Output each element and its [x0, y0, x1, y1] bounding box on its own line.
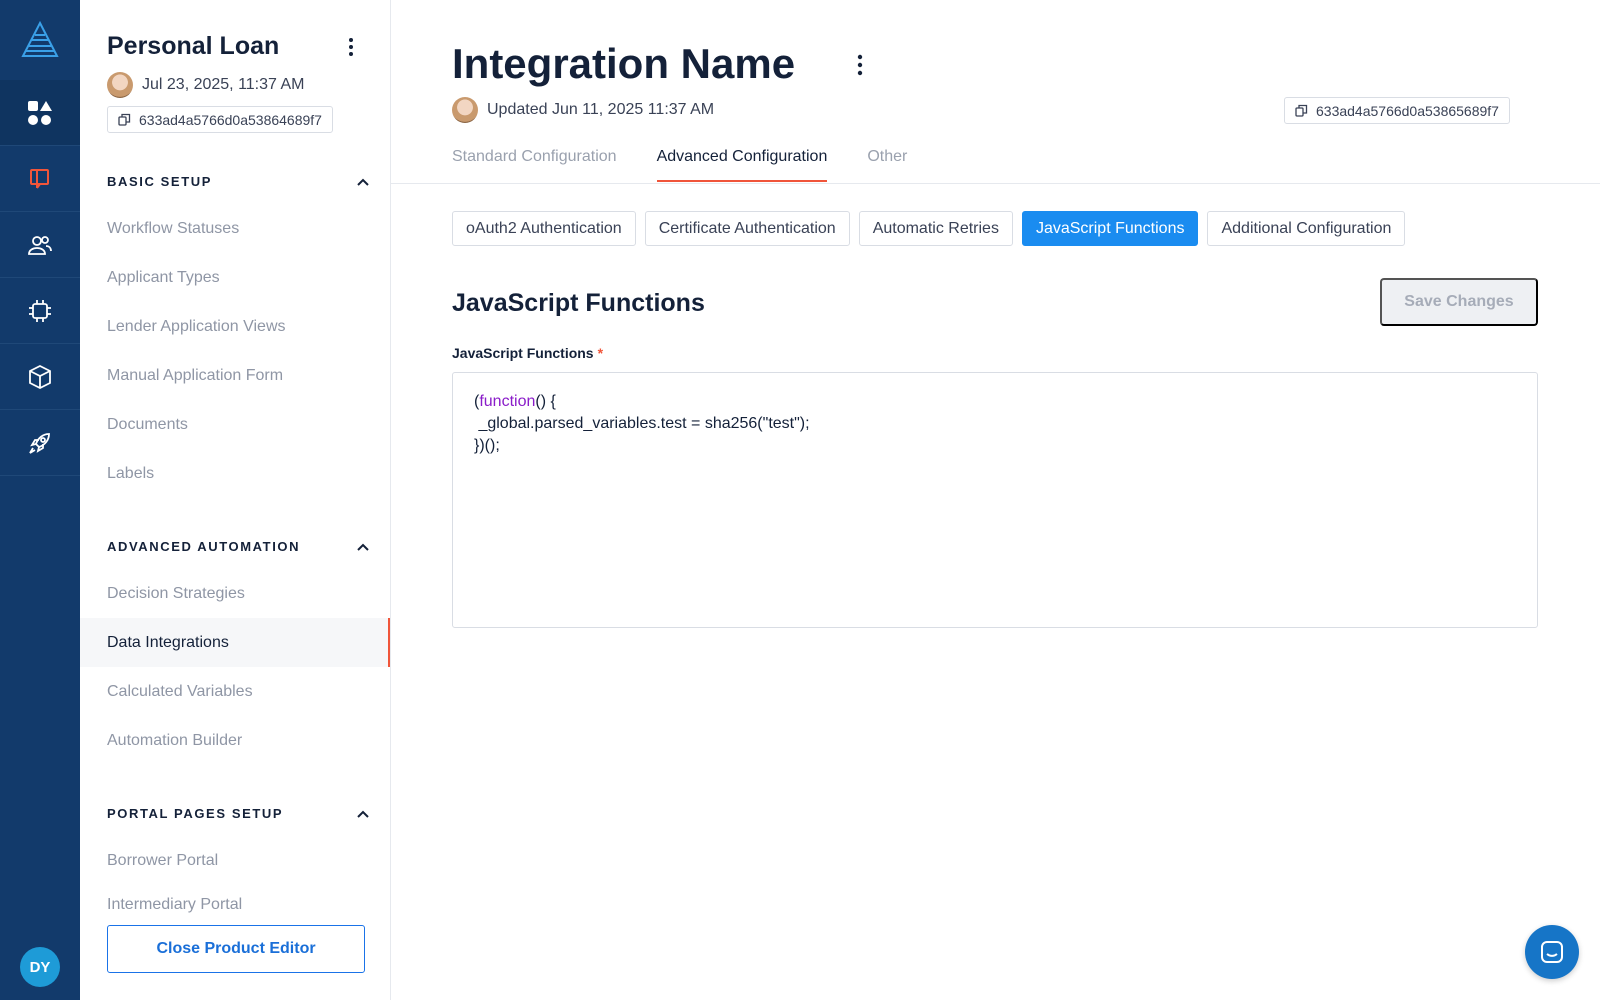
- product-date: Jul 23, 2025, 11:37 AM: [142, 76, 305, 93]
- section-heading: BASIC SETUP: [107, 174, 213, 189]
- nav-item-automation-builder[interactable]: Automation Builder: [80, 716, 390, 765]
- section-title: JavaScript Functions: [452, 289, 705, 317]
- nav-item-labels[interactable]: Labels: [80, 449, 390, 498]
- main-content: Integration Name Updated Jun 11, 2025 11…: [391, 0, 1600, 1000]
- updated-meta: Updated Jun 11, 2025 11:37 AM: [452, 97, 714, 123]
- subtab-automatic-retries[interactable]: Automatic Retries: [858, 211, 1013, 246]
- subtab-certificate-authentication[interactable]: Certificate Authentication: [644, 211, 850, 246]
- product-meta: Jul 23, 2025, 11:37 AM: [107, 72, 304, 98]
- tab-divider: [391, 183, 1600, 184]
- chip-icon[interactable]: [0, 278, 80, 344]
- close-product-editor-button[interactable]: Close Product Editor: [107, 925, 365, 973]
- tab-advanced-configuration[interactable]: Advanced Configuration: [656, 148, 828, 182]
- chevron-up-icon: [357, 543, 369, 551]
- rocket-icon[interactable]: [0, 410, 80, 476]
- product-id: 633ad4a5766d0a53864689f7: [139, 111, 322, 128]
- save-changes-button[interactable]: Save Changes: [1380, 278, 1538, 326]
- integration-more-icon[interactable]: [852, 53, 868, 77]
- nav-item-calculated-variables[interactable]: Calculated Variables: [80, 667, 390, 716]
- nav-item-borrower-portal[interactable]: Borrower Portal: [80, 836, 390, 885]
- field-label-text: JavaScript Functions: [452, 345, 594, 361]
- users-icon[interactable]: [0, 212, 80, 278]
- section-heading: PORTAL PAGES SETUP: [107, 806, 284, 821]
- required-mark: *: [597, 345, 604, 361]
- cube-icon[interactable]: [0, 344, 80, 410]
- section-basic-setup[interactable]: BASIC SETUP: [107, 174, 369, 189]
- chevron-up-icon: [357, 178, 369, 186]
- code-keyword: function: [479, 393, 536, 410]
- tab-standard-configuration[interactable]: Standard Configuration: [452, 148, 617, 182]
- section-portal-pages-setup[interactable]: PORTAL PAGES SETUP: [107, 806, 369, 821]
- code-token: () {: [535, 393, 556, 410]
- creator-avatar: [107, 72, 133, 98]
- copy-icon: [118, 113, 131, 126]
- user-avatar[interactable]: DY: [20, 947, 60, 987]
- page-title: Integration Name: [452, 40, 796, 87]
- apps-icon[interactable]: [0, 80, 80, 146]
- tab-other[interactable]: Other: [867, 148, 907, 182]
- chat-icon: [1541, 941, 1563, 963]
- subtab-additional-configuration[interactable]: Additional Configuration: [1207, 211, 1406, 246]
- code-line: _global.parsed_variables.test = sha256("…: [474, 415, 810, 432]
- copy-icon: [1295, 104, 1308, 117]
- product-title: Personal Loan: [107, 32, 280, 60]
- product-more-icon[interactable]: [343, 36, 359, 58]
- subtab-oauth2-authentication[interactable]: oAuth2 Authentication: [452, 211, 636, 246]
- javascript-code-editor[interactable]: (function() { _global.parsed_variables.t…: [452, 372, 1538, 628]
- section-advanced-automation[interactable]: ADVANCED AUTOMATION: [107, 539, 369, 554]
- config-tabs: Standard Configuration Advanced Configur…: [452, 148, 907, 182]
- editor-avatar: [452, 97, 478, 123]
- product-sidebar: Personal Loan Jul 23, 2025, 11:37 AM 633…: [80, 0, 391, 1000]
- chat-support-button[interactable]: [1525, 925, 1579, 979]
- field-label: JavaScript Functions *: [452, 345, 603, 361]
- nav-item-decision-strategies[interactable]: Decision Strategies: [80, 569, 390, 618]
- nav-item-manual-application-form[interactable]: Manual Application Form: [80, 351, 390, 400]
- nav-item-workflow-statuses[interactable]: Workflow Statuses: [80, 204, 390, 253]
- section-heading: ADVANCED AUTOMATION: [107, 539, 301, 554]
- subtab-javascript-functions[interactable]: JavaScript Functions: [1021, 211, 1199, 246]
- integration-id: 633ad4a5766d0a53865689f7: [1316, 102, 1499, 119]
- code-line: })();: [474, 437, 500, 454]
- updated-text: Updated Jun 11, 2025 11:37 AM: [487, 101, 715, 118]
- advanced-subtabs: oAuth2 Authentication Certificate Authen…: [452, 211, 1406, 246]
- code-line: (function() {: [474, 391, 1516, 413]
- logo-icon[interactable]: [0, 0, 80, 80]
- nav-item-intermediary-portal[interactable]: Intermediary Portal: [80, 885, 390, 925]
- chevron-up-icon: [357, 810, 369, 818]
- nav-item-documents[interactable]: Documents: [80, 400, 390, 449]
- nav-item-applicant-types[interactable]: Applicant Types: [80, 253, 390, 302]
- nav-item-lender-application-views[interactable]: Lender Application Views: [80, 302, 390, 351]
- app: DY Personal Loan Jul 23, 2025, 11:37 AM …: [0, 0, 1600, 1000]
- integration-id-chip[interactable]: 633ad4a5766d0a53865689f7: [1284, 97, 1510, 124]
- products-icon[interactable]: [0, 146, 80, 212]
- app-rail: DY: [0, 0, 80, 1000]
- nav-item-data-integrations[interactable]: Data Integrations: [80, 618, 390, 667]
- product-id-chip[interactable]: 633ad4a5766d0a53864689f7: [107, 106, 333, 133]
